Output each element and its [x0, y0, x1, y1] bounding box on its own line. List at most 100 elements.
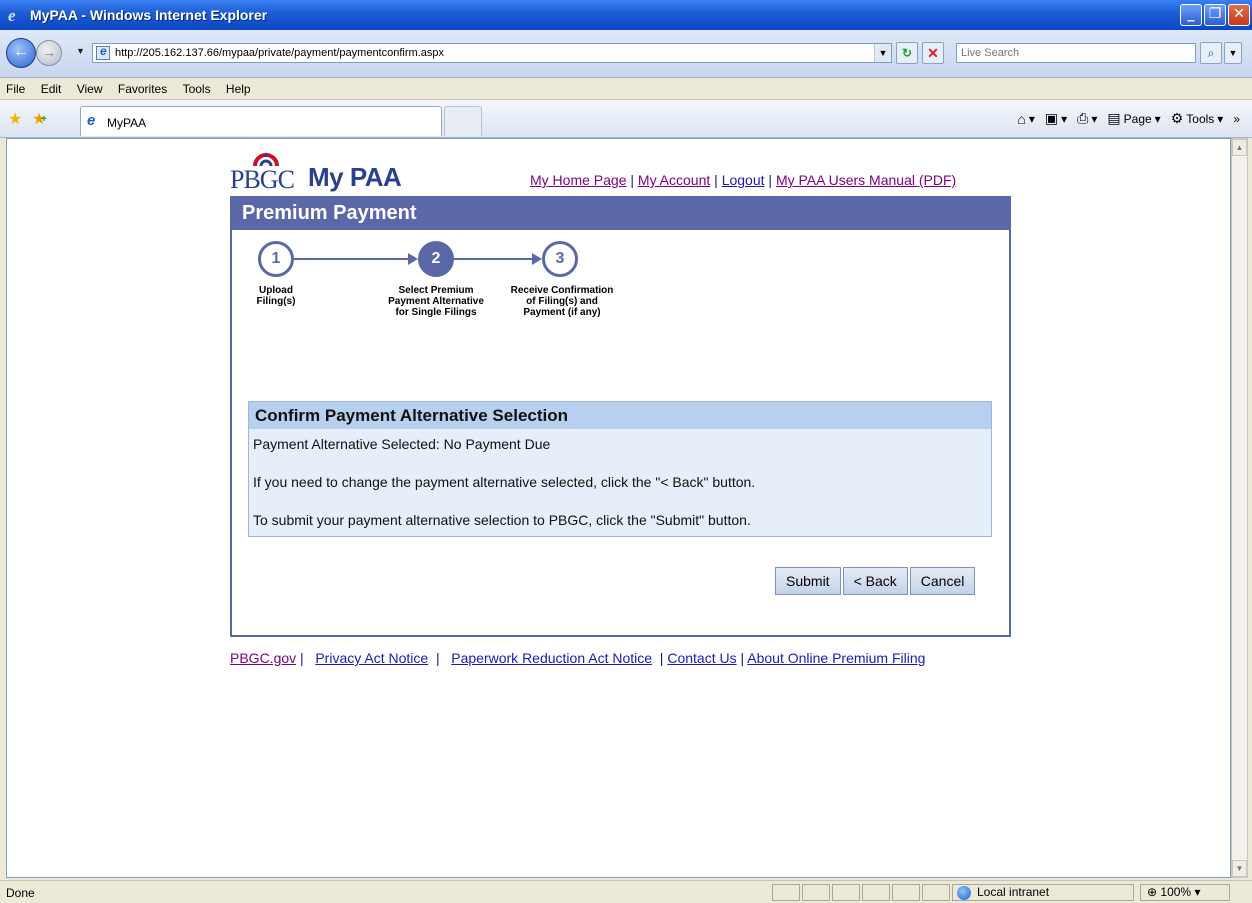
back-instruction-text: If you need to change the payment altern…	[253, 474, 756, 490]
tools-menu-label: Tools	[1186, 111, 1215, 126]
menu-edit[interactable]: Edit	[35, 78, 68, 96]
step-1-circle: 1	[258, 241, 294, 277]
pbgc-gov-link[interactable]: PBGC.gov	[230, 650, 296, 666]
vertical-scrollbar[interactable]: ▲ ▼	[1231, 138, 1248, 878]
close-window-button[interactable]: ✕	[1228, 4, 1250, 26]
minimize-button[interactable]: _	[1180, 4, 1202, 26]
printer-icon: ⎙	[1077, 110, 1089, 126]
selected-alternative-text: Payment Alternative Selected: No Payment…	[253, 436, 551, 452]
back-arrow-icon: ←	[13, 43, 29, 60]
add-favorite-icon[interactable]: ★	[32, 109, 47, 129]
logout-link[interactable]: Logout	[722, 172, 765, 188]
address-toolbar: ← → ▼ http://205.162.137.66/mypaa/privat…	[0, 30, 1252, 78]
menu-view[interactable]: View	[71, 78, 109, 96]
tab-mypaa[interactable]: e MyPAA	[80, 106, 442, 136]
pbgc-mypaa-logo: PBGC My PAA	[230, 147, 410, 194]
tab-label: MyPAA	[107, 116, 147, 130]
confirm-selection-box: Confirm Payment Alternative Selection Pa…	[248, 401, 992, 537]
status-text: Done	[6, 886, 35, 900]
users-manual-link[interactable]: My PAA Users Manual (PDF)	[776, 172, 956, 188]
security-zone[interactable]: Local intranet	[952, 884, 1134, 901]
my-home-page-link[interactable]: My Home Page	[530, 172, 626, 188]
gear-icon: ⚙	[1170, 110, 1184, 126]
ie-logo-icon: e	[8, 6, 16, 24]
paperwork-reduction-link[interactable]: Paperwork Reduction Act Notice	[451, 650, 652, 666]
step-1-label: Upload Filing(s)	[256, 285, 296, 307]
feeds-icon: ▣	[1044, 110, 1059, 126]
contact-us-link[interactable]: Contact Us	[667, 650, 736, 666]
new-tab-button[interactable]	[444, 106, 482, 136]
page-icon	[96, 44, 110, 60]
title-bar: e MyPAA - Windows Internet Explorer _ ❐ …	[0, 0, 1252, 30]
step-2-circle: 2	[418, 241, 454, 277]
feeds-button[interactable]: ▣ ▾	[1045, 110, 1067, 127]
forward-nav-button[interactable]: →	[36, 40, 62, 66]
submit-instruction-text: To submit your payment alternative selec…	[253, 512, 751, 528]
menu-favorites[interactable]: Favorites	[112, 78, 173, 96]
home-button[interactable]: ⌂ ▾	[1017, 111, 1035, 127]
chevron-more-icon[interactable]: »	[1233, 112, 1240, 126]
favorites-tab-bar: ★ ★ e MyPAA ⌂▾ ▣▾ ⎙▾ ▤Page▾ ⚙Tools▾ »	[0, 100, 1252, 138]
top-links: My Home Page | My Account | Logout | My …	[530, 172, 957, 188]
back-button[interactable]: < Back	[842, 567, 908, 595]
tools-menu-button[interactable]: ⚙ Tools ▾	[1171, 110, 1224, 127]
panel-title: Premium Payment	[232, 198, 1009, 230]
back-nav-button[interactable]: ←	[6, 38, 36, 68]
confirm-title: Confirm Payment Alternative Selection	[249, 402, 991, 429]
step-2-label: Select Premium Payment Alternative for S…	[388, 285, 484, 318]
url-field[interactable]: http://205.162.137.66/mypaa/private/paym…	[92, 43, 892, 63]
action-buttons: Submit < Back Cancel	[775, 567, 976, 595]
my-account-link[interactable]: My Account	[638, 172, 710, 188]
zoom-control[interactable]: ⊕ 100% ▾	[1140, 884, 1230, 901]
menu-bar: File Edit View Favorites Tools Help	[0, 78, 1252, 100]
scroll-up-icon[interactable]: ▲	[1232, 139, 1247, 156]
menu-tools[interactable]: Tools	[177, 78, 217, 96]
home-icon: ⌂	[1017, 110, 1026, 127]
step-connector-1	[294, 258, 416, 260]
page-menu-icon: ▤	[1107, 110, 1121, 126]
step-3-circle: 3	[542, 241, 578, 277]
url-text[interactable]: http://205.162.137.66/mypaa/private/paym…	[115, 47, 444, 59]
ie-page-icon: e	[87, 112, 96, 129]
page-menu-label: Page	[1123, 111, 1152, 126]
window-title: MyPAA - Windows Internet Explorer	[30, 7, 268, 23]
about-online-filing-link[interactable]: About Online Premium Filing	[747, 650, 925, 666]
submit-button[interactable]: Submit	[775, 567, 841, 595]
cancel-button[interactable]: Cancel	[909, 567, 976, 595]
page-viewport: PBGC My PAA My Home Page | My Account | …	[6, 138, 1231, 878]
maximize-button[interactable]: ❐	[1204, 4, 1226, 26]
step-connector-2	[454, 258, 540, 260]
menu-help[interactable]: Help	[220, 78, 257, 96]
menu-file[interactable]: File	[0, 78, 31, 96]
logo-pbgc-text: PBGC	[230, 165, 295, 194]
logo-mypaa-text: My PAA	[308, 162, 402, 192]
status-bar: Done Local intranet ⊕ 100% ▾	[0, 880, 1252, 903]
step-arrow-1-icon	[408, 253, 418, 265]
privacy-act-link[interactable]: Privacy Act Notice	[315, 650, 428, 666]
zoom-level: 100%	[1160, 885, 1192, 899]
search-input[interactable]	[957, 44, 1195, 62]
step-arrow-2-icon	[532, 253, 542, 265]
search-box[interactable]	[956, 43, 1196, 63]
history-dropdown-icon[interactable]: ▼	[76, 46, 85, 56]
print-button[interactable]: ⎙ ▾	[1077, 110, 1097, 127]
refresh-button[interactable]: ↻	[896, 42, 918, 64]
scroll-down-icon[interactable]: ▼	[1232, 860, 1247, 877]
zone-label: Local intranet	[977, 885, 1050, 899]
progress-steps: 1 2 3 Upload Filing(s) Select Premium Pa…	[248, 241, 648, 361]
zoom-icon: ⊕	[1147, 885, 1158, 899]
footer-links: PBGC.gov | Privacy Act Notice | Paperwor…	[230, 650, 926, 666]
status-panes	[772, 884, 950, 901]
search-options-dropdown[interactable]: ▼	[1224, 42, 1242, 64]
zoom-dropdown-icon: ▾	[1194, 885, 1201, 899]
page-menu-button[interactable]: ▤ Page ▾	[1107, 110, 1160, 127]
forward-arrow-icon: →	[42, 44, 56, 60]
intranet-globe-icon	[957, 886, 971, 900]
url-dropdown-icon[interactable]: ▼	[874, 44, 891, 62]
search-go-button[interactable]: ⌕	[1200, 42, 1222, 64]
favorites-star-icon[interactable]: ★	[8, 109, 22, 129]
stop-button[interactable]: ✕	[922, 42, 944, 64]
svg-text:e: e	[8, 6, 16, 24]
command-bar: ⌂ ▾ ▣ ▾ ⎙ ▾ ▤ Page ▾ ⚙ Tools ▾ »	[1017, 110, 1240, 127]
step-3-label: Receive Confirmation of Filing(s) and Pa…	[510, 285, 614, 318]
